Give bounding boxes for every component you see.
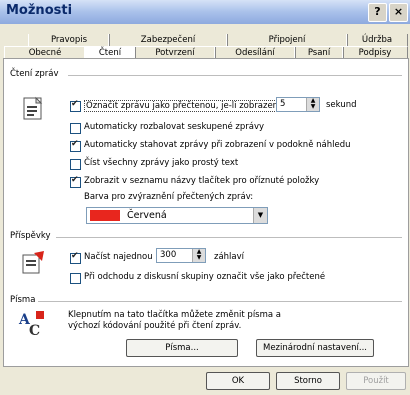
read-message-icon xyxy=(23,96,43,120)
fonts-icon: A C xyxy=(18,311,44,337)
help-button[interactable]: ? xyxy=(368,3,387,22)
tab-zabezpeceni[interactable]: Zabezpečení xyxy=(108,34,228,46)
fonts-button[interactable]: Písma... xyxy=(126,339,238,357)
section-reading-title: Čtení zpráv xyxy=(10,69,59,79)
section-fonts-title: Písma xyxy=(10,295,36,305)
mark-read-checkbox[interactable] xyxy=(70,99,81,112)
ok-button[interactable]: OK xyxy=(206,372,270,390)
auto-download-checkbox[interactable] xyxy=(70,139,81,152)
section-divider xyxy=(38,301,402,302)
highlight-color-value: Červená xyxy=(127,210,167,221)
news-post-icon xyxy=(22,251,44,274)
section-divider xyxy=(56,237,402,238)
mark-read-seconds-spinner[interactable]: 5 ▲ ▼ xyxy=(276,97,320,112)
fetch-checkbox[interactable] xyxy=(70,251,81,264)
auto-expand-checkbox[interactable] xyxy=(70,123,81,134)
chevron-down-icon[interactable]: ▼ xyxy=(253,208,267,223)
show-tooltips-label: Zobrazit v seznamu názvy tlačítek pro oř… xyxy=(84,176,320,186)
options-dialog: Možnosti ? × Pravopis Zabezpečení Připoj… xyxy=(0,0,410,395)
fetch-label: Načíst najednou xyxy=(84,252,153,262)
close-button[interactable]: × xyxy=(389,3,408,22)
auto-expand-label: Automaticky rozbalovat seskupené zprávy xyxy=(84,122,265,132)
fetch-unit: záhlaví xyxy=(214,252,245,262)
show-tooltips-checkbox[interactable] xyxy=(70,175,81,188)
mark-on-leave-label: Při odchodu z diskusní skupiny označit v… xyxy=(84,272,326,282)
apply-button[interactable]: Použít xyxy=(346,372,406,390)
svg-text:C: C xyxy=(29,323,40,337)
international-settings-button[interactable]: Mezinárodní nastavení... xyxy=(256,339,374,357)
tab-udrzba[interactable]: Údržba xyxy=(346,34,408,46)
tab-pripojeni[interactable]: Připojení xyxy=(226,34,348,46)
spinner-arrows-icon[interactable]: ▲ ▼ xyxy=(192,249,205,262)
fetch-count-value: 300 xyxy=(160,250,177,260)
fetch-count-spinner[interactable]: 300 ▲ ▼ xyxy=(156,248,206,263)
read-plain-label: Číst všechny zprávy jako prostý text xyxy=(84,158,239,168)
spinner-arrows-icon[interactable]: ▲ ▼ xyxy=(306,98,319,111)
fonts-description-line-2: výchozí kódování použité při čtení zpráv… xyxy=(68,321,242,331)
mark-read-seconds-value: 5 xyxy=(280,99,286,109)
auto-download-label: Automaticky stahovat zprávy při zobrazen… xyxy=(84,140,351,150)
mark-read-unit: sekund xyxy=(326,100,357,110)
highlight-color-select[interactable]: Červená ▼ xyxy=(86,207,268,224)
mark-read-label: Označit zprávu jako přečtenou, je-li zob… xyxy=(84,100,286,112)
tab-pravopis[interactable]: Pravopis xyxy=(28,34,110,46)
cancel-button[interactable]: Storno xyxy=(276,372,340,390)
tab-panel-cteni: Čtení zpráv Označit zprávu jako přečteno… xyxy=(3,58,409,367)
mark-on-leave-checkbox[interactable] xyxy=(70,273,81,284)
color-swatch xyxy=(90,210,120,221)
fonts-description-line-1: Klepnutím na tato tlačítka můžete změnit… xyxy=(68,310,282,320)
read-plain-checkbox[interactable] xyxy=(70,159,81,170)
section-divider xyxy=(68,75,402,76)
title-bar[interactable]: Možnosti ? × xyxy=(0,0,410,24)
section-posts-title: Příspěvky xyxy=(10,231,51,241)
window-title: Možnosti xyxy=(6,3,73,18)
highlight-color-label: Barva pro zvýraznění přečtených zpráv: xyxy=(84,192,254,202)
